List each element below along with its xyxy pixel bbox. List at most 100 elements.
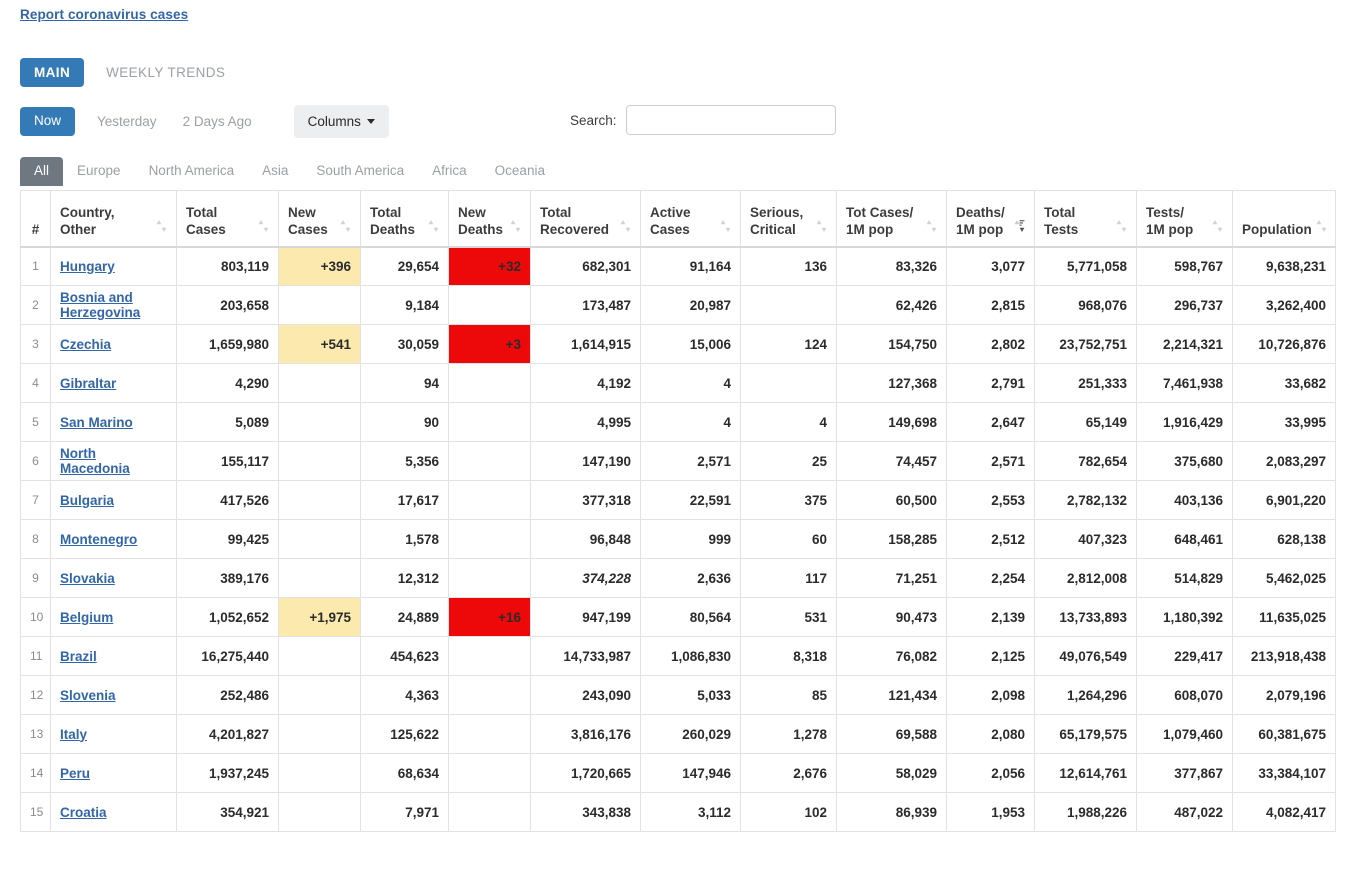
sort-both-icon [258,219,269,239]
total-recovered-cell: 1,614,915 [530,324,641,364]
column-header-total-cases[interactable]: Total Cases [176,190,279,248]
sort-descending-icon [1014,219,1025,239]
new-deaths-cell [448,363,531,403]
active-cases-cell: 80,564 [640,597,741,637]
tab-2-days-ago[interactable]: 2 Days Ago [179,107,256,136]
tab-weekly-trends[interactable]: WEEKLY TRENDS [100,57,231,88]
total-recovered-cell: 374,228 [530,558,641,598]
active-cases-cell: 260,029 [640,714,741,754]
column-header-tests-per-million[interactable]: Tests/1M pop [1136,190,1233,248]
cases-per-million-cell: 62,426 [836,285,947,325]
column-header-rank-label: # [31,221,40,237]
active-cases-cell: 5,033 [640,675,741,715]
tab-now[interactable]: Now [20,107,76,136]
country-link[interactable]: North Macedonia [60,446,130,476]
total-cases-cell: 1,937,245 [176,753,279,793]
active-cases-cell: 22,591 [640,480,741,520]
total-recovered-cell: 343,838 [530,792,641,832]
continent-tab-all[interactable]: All [20,157,64,186]
total-recovered-cell: 4,192 [530,363,641,403]
total-cases-cell: 389,176 [176,558,279,598]
country-cell: Italy [50,714,177,754]
country-link[interactable]: Brazil [60,649,97,664]
column-header-total-recovered[interactable]: Total Recovered [530,190,641,248]
total-cases-cell: 16,275,440 [176,636,279,676]
continent-tab-asia[interactable]: Asia [248,157,302,186]
cases-per-million-cell: 60,500 [836,480,947,520]
table-row: 12 Slovenia 252,486 4,363 243,090 5,033 85 121,… [20,675,1336,715]
population-cell: 10,726,876 [1232,324,1336,364]
chevron-down-icon [366,119,375,124]
column-header-population[interactable]: Population [1232,190,1336,248]
column-header-new-deaths[interactable]: New Deaths [448,190,531,248]
total-deaths-cell: 5,356 [360,441,449,481]
country-link[interactable]: Peru [60,766,90,781]
column-header-cases-per-million[interactable]: Tot Cases/1M pop [836,190,947,248]
total-tests-cell: 65,179,575 [1034,714,1137,754]
new-deaths-cell [448,402,531,442]
active-cases-cell: 2,571 [640,441,741,481]
new-deaths-cell [448,285,531,325]
cases-per-million-cell: 121,434 [836,675,947,715]
sort-both-icon [156,219,167,239]
total-recovered-cell: 14,733,987 [530,636,641,676]
deaths-per-million-cell: 2,571 [946,441,1035,481]
column-header-serious-critical[interactable]: Serious, Critical [740,190,837,248]
country-link[interactable]: San Marino [60,415,133,430]
total-recovered-cell: 947,199 [530,597,641,637]
column-header-active-cases-label: Active Cases [650,204,691,237]
country-link[interactable]: Montenegro [60,532,137,547]
active-cases-cell: 2,636 [640,558,741,598]
row-rank-cell: 2 [20,285,51,325]
country-cell: San Marino [50,402,177,442]
continent-tab-africa[interactable]: Africa [418,157,481,186]
new-cases-cell [278,792,361,832]
country-link[interactable]: Bulgaria [60,493,114,508]
row-rank-cell: 10 [20,597,51,637]
country-link[interactable]: Croatia [60,805,107,820]
new-cases-cell [278,441,361,481]
deaths-per-million-cell: 2,139 [946,597,1035,637]
new-cases-cell [278,714,361,754]
active-cases-cell: 3,112 [640,792,741,832]
total-cases-cell: 4,201,827 [176,714,279,754]
serious-critical-cell: 4 [740,402,837,442]
continent-tab-south-america[interactable]: South America [302,157,418,186]
row-rank-cell: 14 [20,753,51,793]
total-cases-cell: 99,425 [176,519,279,559]
country-link[interactable]: Belgium [60,610,113,625]
column-header-deaths-per-million[interactable]: Deaths/1M pop [946,190,1035,248]
columns-dropdown-button[interactable]: Columns [293,105,389,138]
country-link[interactable]: Slovenia [60,688,116,703]
column-header-rank[interactable]: # [20,190,51,248]
column-header-new-cases[interactable]: New Cases [278,190,361,248]
new-cases-cell: +541 [278,324,361,364]
column-header-country[interactable]: Country, Other [50,190,177,248]
country-link[interactable]: Bosnia and Herzegovina [60,290,140,320]
country-link[interactable]: Czechia [60,337,111,352]
row-rank-cell: 13 [20,714,51,754]
country-link[interactable]: Slovakia [60,571,115,586]
tab-main[interactable]: MAIN [20,57,85,88]
total-tests-cell: 65,149 [1034,402,1137,442]
continent-tab-europe[interactable]: Europe [63,157,135,186]
report-coronavirus-cases-link[interactable]: Report coronavirus cases [20,7,188,22]
column-header-total-tests[interactable]: Total Tests [1034,190,1137,248]
continent-tab-oceania[interactable]: Oceania [481,157,559,186]
row-rank-cell: 12 [20,675,51,715]
serious-critical-cell: 136 [740,246,837,286]
new-cases-cell [278,636,361,676]
search-input[interactable] [625,105,836,135]
column-header-total-deaths[interactable]: Total Deaths [360,190,449,248]
tab-yesterday[interactable]: Yesterday [93,107,161,136]
country-cell: Czechia [50,324,177,364]
country-link[interactable]: Italy [60,727,87,742]
total-tests-cell: 2,782,132 [1034,480,1137,520]
table-row: 6 North Macedonia 155,117 5,356 147,190 2,571… [20,441,1336,481]
country-link[interactable]: Hungary [60,259,115,274]
tests-per-million-cell: 2,214,321 [1136,324,1233,364]
country-link[interactable]: Gibraltar [60,376,116,391]
continent-tab-north-america[interactable]: North America [135,157,249,186]
column-header-country-label: Country, Other [60,204,115,237]
column-header-active-cases[interactable]: Active Cases [640,190,741,248]
